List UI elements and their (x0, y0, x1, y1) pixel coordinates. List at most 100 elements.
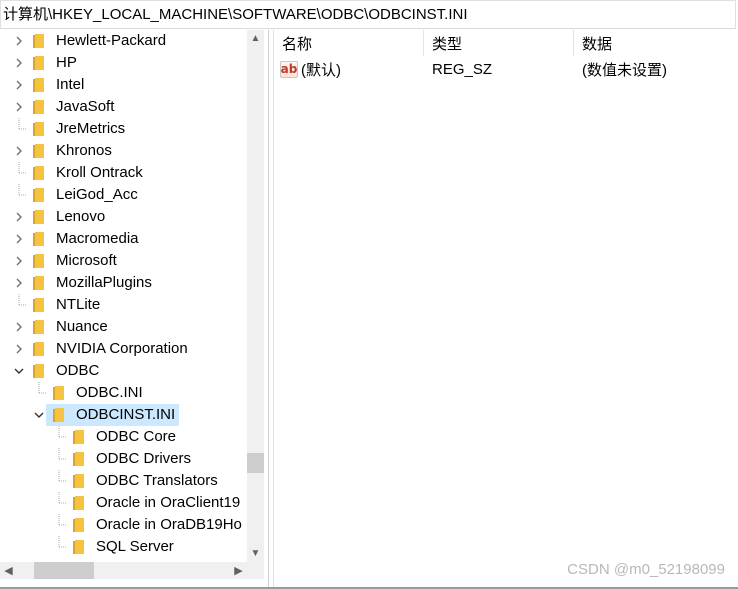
vertical-scrollbar[interactable]: ▲ ▼ (247, 30, 264, 562)
tree-item-content[interactable]: NVIDIA Corporation (26, 338, 192, 360)
chevron-right-icon[interactable] (12, 96, 26, 118)
chevron-right-icon[interactable] (12, 316, 26, 338)
scroll-down-icon[interactable]: ▼ (247, 545, 264, 562)
tree-item[interactable]: Microsoft (12, 250, 121, 272)
tree-item-label: Nuance (56, 318, 108, 335)
chevron-right-icon[interactable] (12, 272, 26, 294)
folder-icon (32, 77, 46, 93)
tree-connector-icon (52, 448, 66, 470)
tree-item[interactable]: Hewlett-Packard (12, 30, 170, 52)
scroll-right-icon[interactable]: ▶ (230, 562, 247, 579)
folder-icon (72, 429, 86, 445)
tree-item[interactable]: Nuance (12, 316, 112, 338)
value-type: REG_SZ (432, 60, 493, 78)
tree-item-content[interactable]: Nuance (26, 316, 112, 338)
tree-item[interactable]: ODBC Drivers (52, 448, 195, 470)
tree-item[interactable]: ODBCINST.INI (32, 404, 180, 426)
folder-icon (32, 275, 46, 291)
folder-icon (32, 99, 46, 115)
tree-item[interactable]: JavaSoft (12, 96, 118, 118)
tree-pane[interactable]: Hewlett-Packard HP Intel JavaSoft JreMetrics… (0, 30, 269, 587)
tree-item[interactable]: ODBC Core (52, 426, 180, 448)
horizontal-scrollbar-thumb[interactable] (34, 562, 94, 579)
tree-item-content[interactable]: ODBC Translators (66, 470, 222, 492)
tree-item-content[interactable]: Lenovo (26, 206, 109, 228)
tree-item-content[interactable]: Oracle in OraClient19 (66, 492, 244, 514)
tree-item-content[interactable]: Hewlett-Packard (26, 30, 170, 52)
chevron-down-icon[interactable] (12, 360, 26, 382)
tree-item-content[interactable]: Oracle in OraDB19Ho (66, 514, 246, 536)
tree-item[interactable]: ODBC (12, 360, 103, 382)
tree-item-label: ODBCINST.INI (76, 406, 176, 423)
tree-item[interactable]: Lenovo (12, 206, 109, 228)
tree-item[interactable]: NVIDIA Corporation (12, 338, 192, 360)
column-header-name-label: 名称 (282, 35, 313, 53)
folder-icon (52, 385, 66, 401)
tree-item-content[interactable]: Macromedia (26, 228, 143, 250)
tree-connector-icon (52, 536, 66, 558)
tree-item-content[interactable]: ODBCINST.INI (46, 404, 180, 426)
tree-item-label: NTLite (56, 296, 101, 313)
tree-item-content[interactable]: SQL Server (66, 536, 178, 558)
tree-item-label: Oracle in OraDB19Ho (96, 516, 242, 533)
tree-item-content[interactable]: ODBC Core (66, 426, 180, 448)
column-header-type[interactable]: 类型 (424, 30, 574, 56)
value-name-cell[interactable]: ab (默认) (280, 58, 341, 80)
tree-item[interactable]: MozillaPlugins (12, 272, 156, 294)
tree-connector-icon (12, 118, 26, 140)
folder-icon (32, 319, 46, 335)
scroll-left-icon[interactable]: ◀ (0, 562, 17, 579)
tree-item-content[interactable]: HP (26, 52, 81, 74)
tree-item[interactable]: Macromedia (12, 228, 143, 250)
chevron-right-icon[interactable] (12, 338, 26, 360)
column-header-name[interactable]: 名称 (274, 30, 424, 56)
tree-item-content[interactable]: ODBC.INI (46, 382, 147, 404)
tree-item-label: Khronos (56, 142, 112, 159)
tree-item-content[interactable]: Intel (26, 74, 88, 96)
tree-item[interactable]: Kroll Ontrack (12, 162, 147, 184)
chevron-right-icon[interactable] (12, 140, 26, 162)
tree-item-content[interactable]: Microsoft (26, 250, 121, 272)
chevron-right-icon[interactable] (12, 206, 26, 228)
tree-item[interactable]: Oracle in OraClient19 (52, 492, 244, 514)
tree-item-label: Microsoft (56, 252, 117, 269)
address-path[interactable]: 计算机\HKEY_LOCAL_MACHINE\SOFTWARE\ODBC\ODB… (3, 6, 468, 24)
tree-item[interactable]: SQL Server (52, 536, 178, 558)
chevron-right-icon[interactable] (12, 228, 26, 250)
tree-item[interactable]: NTLite (12, 294, 104, 316)
tree-item-content[interactable]: LeiGod_Acc (26, 184, 142, 206)
column-header-data[interactable]: 数据 (574, 30, 738, 56)
tree-item[interactable]: Intel (12, 74, 88, 96)
tree-item-content[interactable]: JavaSoft (26, 96, 118, 118)
folder-icon (32, 121, 46, 137)
address-bar[interactable]: 计算机\HKEY_LOCAL_MACHINE\SOFTWARE\ODBC\ODB… (0, 0, 736, 29)
vertical-scrollbar-thumb[interactable] (247, 453, 264, 473)
tree-item-content[interactable]: ODBC Drivers (66, 448, 195, 470)
chevron-right-icon[interactable] (12, 250, 26, 272)
tree-item[interactable]: HP (12, 52, 81, 74)
folder-icon (32, 55, 46, 71)
tree-connector-icon (52, 470, 66, 492)
tree-item-content[interactable]: NTLite (26, 294, 104, 316)
value-row[interactable]: ab (默认) REG_SZ (数值未设置) (274, 58, 738, 80)
tree-item-content[interactable]: JreMetrics (26, 118, 129, 140)
scroll-up-icon[interactable]: ▲ (247, 30, 264, 47)
chevron-right-icon[interactable] (12, 52, 26, 74)
tree-item[interactable]: Oracle in OraDB19Ho (52, 514, 246, 536)
chevron-right-icon[interactable] (12, 74, 26, 96)
tree-item[interactable]: ODBC.INI (32, 382, 147, 404)
tree-item-content[interactable]: ODBC (26, 360, 103, 382)
tree-item-content[interactable]: Khronos (26, 140, 116, 162)
chevron-down-icon[interactable] (32, 404, 46, 426)
values-pane[interactable]: 名称 类型 数据 ab (默认) REG_SZ (数值未设置) CSDN @m0… (273, 30, 738, 587)
tree-item-content[interactable]: Kroll Ontrack (26, 162, 147, 184)
chevron-right-icon[interactable] (12, 30, 26, 52)
tree-item[interactable]: ODBC Translators (52, 470, 222, 492)
tree-item-content[interactable]: MozillaPlugins (26, 272, 156, 294)
horizontal-scrollbar[interactable]: ◀ ▶ (0, 562, 247, 579)
tree-item[interactable]: LeiGod_Acc (12, 184, 142, 206)
folder-icon (32, 341, 46, 357)
tree-item-label: NVIDIA Corporation (56, 340, 188, 357)
tree-item[interactable]: Khronos (12, 140, 116, 162)
tree-item[interactable]: JreMetrics (12, 118, 129, 140)
